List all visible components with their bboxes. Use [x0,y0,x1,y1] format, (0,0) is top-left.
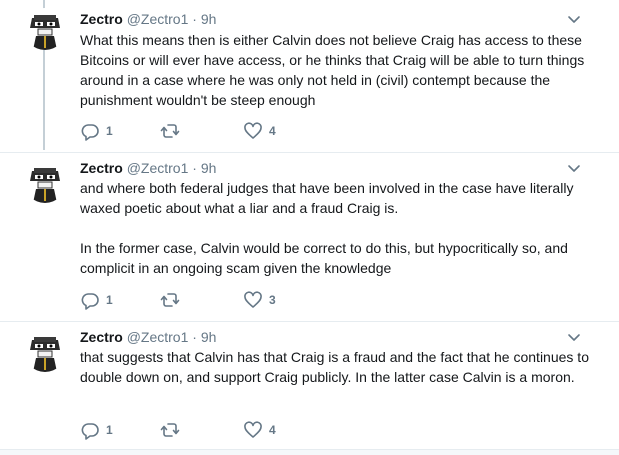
tweet-paragraph: What this means then is either Calvin do… [80,32,585,108]
reply-icon [80,420,100,440]
user-handle[interactable]: @Zectro1 [127,329,189,345]
like-count: 3 [269,293,276,307]
timestamp[interactable]: 9h [201,329,217,345]
timeline-bottom-edge [0,449,619,455]
separator-dot: · [192,11,197,27]
separator-dot: · [192,160,197,176]
tweet-paragraph: In the former case, Calvin would be corr… [80,240,568,276]
like-button[interactable]: 3 [243,290,276,310]
retweet-button[interactable] [160,121,186,141]
reply-count: 1 [106,124,113,138]
retweet-button[interactable] [160,290,186,310]
tweet-actions: 1 3 [80,290,380,310]
tweet-divider [0,321,619,322]
retweet-button[interactable] [160,420,186,440]
display-name[interactable]: Zectro [80,11,123,27]
reply-count: 1 [106,293,113,307]
reply-button[interactable]: 1 [80,420,113,440]
avatar[interactable] [24,330,66,372]
display-name[interactable]: Zectro [80,160,123,176]
heart-icon [243,420,263,440]
tweet-actions: 1 4 [80,420,380,440]
heart-icon [243,290,263,310]
like-button[interactable]: 4 [243,121,276,141]
reply-icon [80,290,100,310]
user-handle[interactable]: @Zectro1 [127,160,189,176]
chevron-down-icon[interactable] [566,161,582,177]
retweet-icon [160,420,180,440]
reply-count: 1 [106,423,113,437]
tweet-paragraph: that suggests that Calvin has that Craig… [80,349,589,385]
like-count: 4 [269,423,276,437]
user-handle[interactable]: @Zectro1 [127,11,189,27]
tweet-header: Zectro @Zectro1 · 9h [80,159,216,177]
tweet-header: Zectro @Zectro1 · 9h [80,10,216,28]
tweet-text: that suggests that Calvin has that Craig… [80,347,600,387]
timestamp[interactable]: 9h [201,160,217,176]
tweet-text: and where both federal judges that have … [80,178,600,278]
chevron-down-icon[interactable] [566,12,582,28]
heart-icon [243,121,263,141]
reply-button[interactable]: 1 [80,290,113,310]
reply-icon [80,121,100,141]
avatar[interactable] [24,8,66,50]
like-count: 4 [269,124,276,138]
chevron-down-icon[interactable] [566,330,582,346]
timestamp[interactable]: 9h [201,11,217,27]
reply-button[interactable]: 1 [80,121,113,141]
separator-dot: · [192,329,197,345]
like-button[interactable]: 4 [243,420,276,440]
avatar[interactable] [24,161,66,203]
tweet-paragraph: and where both federal judges that have … [80,180,574,216]
retweet-icon [160,121,180,141]
display-name[interactable]: Zectro [80,329,123,345]
tweet-divider [0,152,619,153]
tweet-actions: 1 4 [80,121,380,141]
tweet-text: What this means then is either Calvin do… [80,30,600,110]
tweet-header: Zectro @Zectro1 · 9h [80,328,216,346]
retweet-icon [160,290,180,310]
